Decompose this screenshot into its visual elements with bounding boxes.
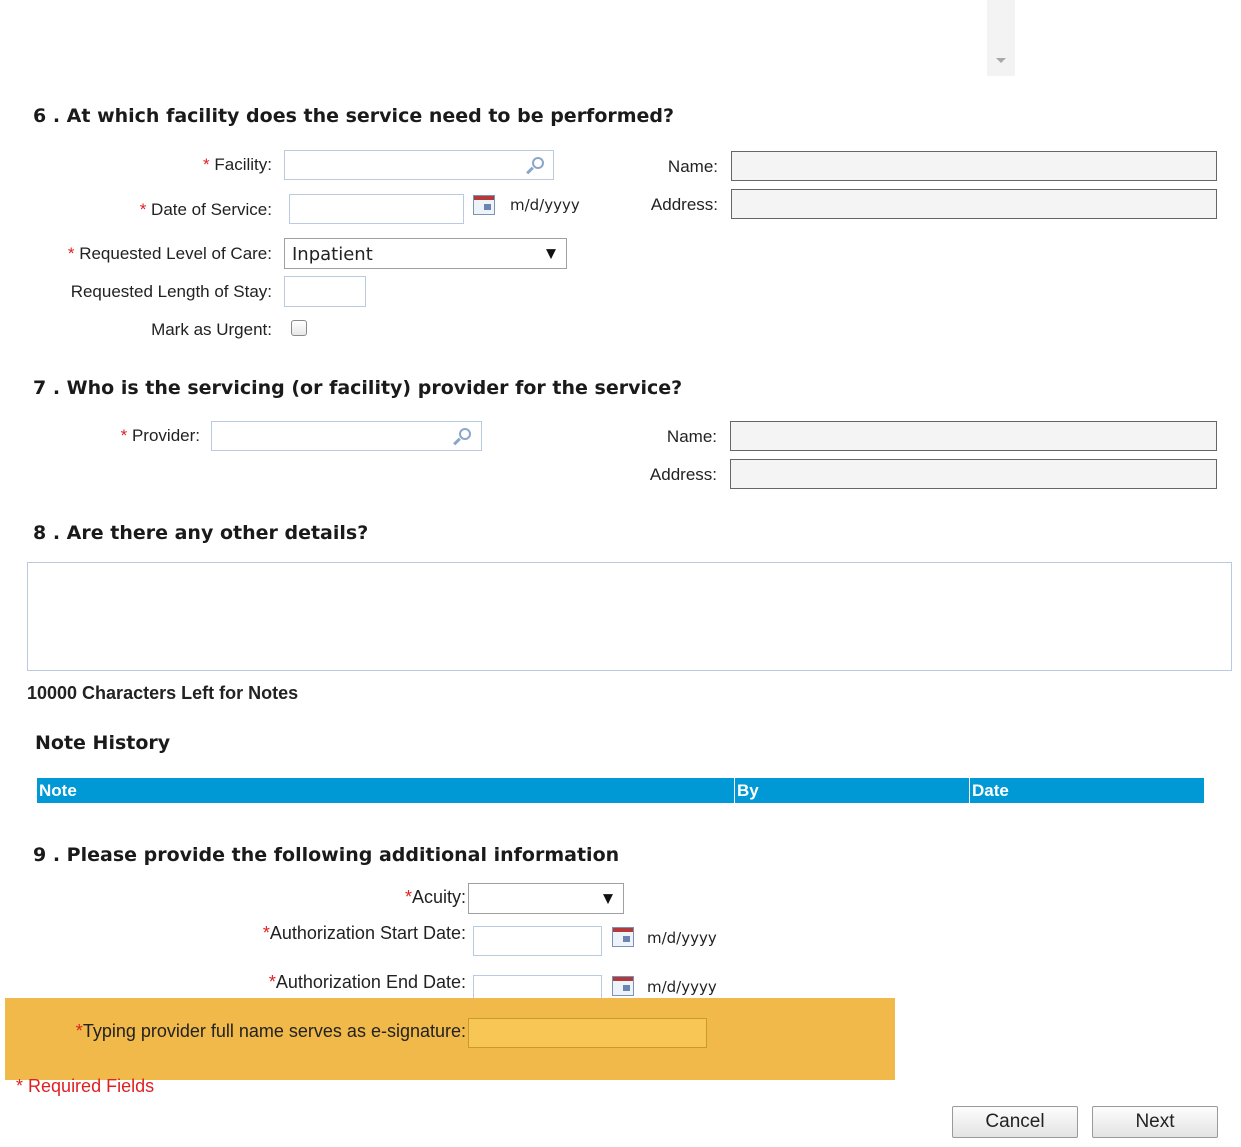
auth-end-date-label: *Authorization End Date: [268, 972, 466, 992]
acuity-select[interactable]: ▼ [468, 883, 624, 914]
calendar-icon[interactable] [612, 976, 634, 996]
required-asterisk: * [203, 155, 210, 174]
date-of-service-input[interactable] [289, 194, 464, 224]
dropdown-arrow-icon: ▼ [546, 246, 556, 261]
next-button[interactable]: Next [1092, 1106, 1218, 1138]
section-6-heading: 6 . At which facility does the service n… [33, 105, 675, 127]
note-history-title: Note History [35, 732, 171, 754]
date-format-hint: m/d/yyyy [647, 929, 717, 947]
scrollbar-fragment[interactable] [987, 0, 1015, 76]
section-7-heading: 7 . Who is the servicing (or facility) p… [33, 377, 683, 399]
acuity-label: *Acuity: [404, 887, 466, 907]
section-8-heading: 8 . Are there any other details? [33, 522, 369, 544]
provider-name-label: Name: [666, 427, 717, 446]
facility-name-label: Name: [667, 157, 718, 176]
signature-label: *Typing provider full name serves as e-s… [75, 1021, 466, 1041]
level-of-care-label: * Requested Level of Care: [67, 244, 272, 263]
column-note[interactable]: Note [39, 781, 77, 801]
provider-address-label: Address: [649, 465, 717, 484]
notes-textarea[interactable] [27, 562, 1232, 671]
date-of-service-label: * Date of Service: [139, 200, 272, 219]
dropdown-arrow-icon: ▼ [603, 891, 613, 906]
facility-name-field [731, 151, 1217, 181]
level-of-care-select[interactable]: Inpatient ▼ [284, 238, 567, 269]
date-format-hint: m/d/yyyy [510, 196, 580, 214]
level-of-care-value: Inpatient [292, 244, 373, 265]
length-of-stay-input[interactable] [284, 276, 366, 307]
signature-input[interactable] [468, 1018, 707, 1048]
calendar-icon[interactable] [473, 195, 495, 215]
facility-address-field [731, 189, 1217, 219]
provider-address-field [730, 459, 1217, 489]
provider-name-field [730, 421, 1217, 451]
facility-label: * Facility: [203, 155, 272, 174]
facility-search-input[interactable] [284, 150, 554, 180]
facility-address-label: Address: [650, 195, 718, 214]
scroll-down-arrow-icon[interactable] [996, 58, 1006, 63]
urgent-checkbox[interactable] [291, 320, 307, 336]
characters-left: 10000 Characters Left for Notes [27, 683, 299, 703]
search-icon[interactable] [525, 155, 545, 175]
provider-label: * Provider: [120, 426, 200, 445]
auth-start-date-label: *Authorization Start Date: [262, 923, 466, 943]
auth-start-date-input[interactable] [473, 926, 602, 956]
column-by[interactable]: By [737, 781, 759, 801]
length-of-stay-label: Requested Length of Stay: [70, 282, 272, 301]
date-format-hint: m/d/yyyy [647, 978, 717, 996]
note-history-header: Note By Date [37, 778, 1204, 803]
calendar-icon[interactable] [612, 927, 634, 947]
provider-search-input[interactable] [211, 421, 482, 451]
column-date[interactable]: Date [972, 781, 1009, 801]
search-icon[interactable] [452, 426, 472, 446]
section-9-heading: 9 . Please provide the following additio… [33, 844, 620, 866]
cancel-button[interactable]: Cancel [952, 1106, 1078, 1138]
required-fields-note: * Required Fields [16, 1076, 155, 1096]
urgent-label: Mark as Urgent: [151, 320, 272, 339]
